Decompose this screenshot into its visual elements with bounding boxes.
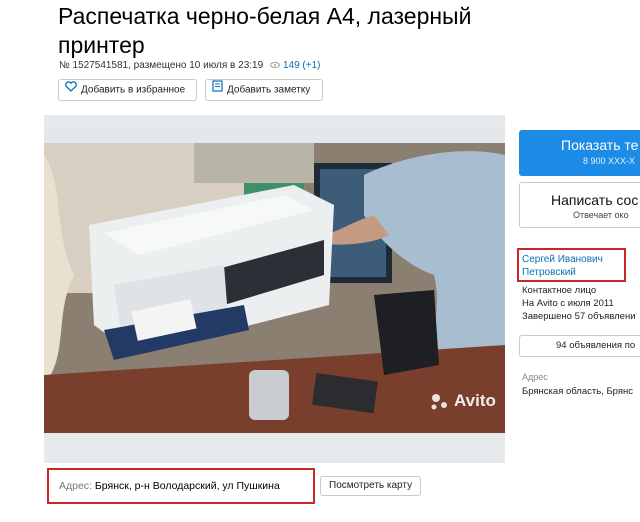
sidebar-address-value: Брянская область, Брянс: [522, 386, 633, 397]
contact-role: Контактное лицо: [522, 285, 597, 296]
view-map-button[interactable]: Посмотреть карту: [320, 476, 422, 496]
add-note-label: Добавить заметку: [227, 84, 311, 96]
add-to-favorites-button[interactable]: Добавить в избранное: [58, 79, 197, 101]
show-phone-button[interactable]: Показать те 8 900 XXX-X: [519, 130, 640, 176]
seller-since: На Avito с июля 2011: [522, 298, 614, 309]
seller-name-link[interactable]: Сергей Иванович Петровский: [522, 253, 603, 279]
address-line: Адрес: Брянск, р-н Володарский, ул Пушки…: [59, 480, 280, 492]
show-phone-label: Показать те: [561, 137, 639, 153]
views-counter: 149 (+1): [269, 60, 321, 71]
listing-photo[interactable]: Avito: [44, 115, 505, 463]
seller-ads-button[interactable]: 94 объявления по: [519, 335, 640, 357]
write-message-button[interactable]: Написать сос Отвечает око: [519, 182, 640, 228]
listing-number-date: № 1527541581, размещено 10 июля в 23:19: [59, 60, 264, 71]
views-count: 149 (+1): [282, 60, 321, 71]
address-label: Адрес:: [59, 480, 92, 492]
listing-title: Распечатка черно-белая А4, лазерный прин…: [58, 3, 472, 58]
listing-meta: № 1527541581, размещено 10 июля в 23:19 …: [59, 60, 320, 71]
reply-time-note: Отвечает око: [573, 210, 629, 220]
sidebar-address-label: Адрес: [522, 372, 548, 382]
eye-icon: [269, 62, 280, 69]
printer-photo-image: [44, 115, 505, 463]
add-to-favorites-label: Добавить в избранное: [81, 84, 186, 96]
note-icon: [212, 80, 223, 100]
seller-name-line2: Петровский: [522, 267, 576, 278]
phone-partial: 8 900 XXX-X: [583, 156, 636, 166]
write-message-label: Написать сос: [551, 192, 639, 208]
add-note-button[interactable]: Добавить заметку: [205, 79, 323, 101]
address-value: Брянск, р-н Володарский, ул Пушкина: [94, 480, 280, 492]
heart-icon: [65, 80, 77, 100]
completed-ads: Завершено 57 объявлени: [522, 311, 636, 322]
photo-watermark: Avito: [454, 391, 496, 410]
seller-name-line1: Сергей Иванович: [522, 254, 603, 265]
